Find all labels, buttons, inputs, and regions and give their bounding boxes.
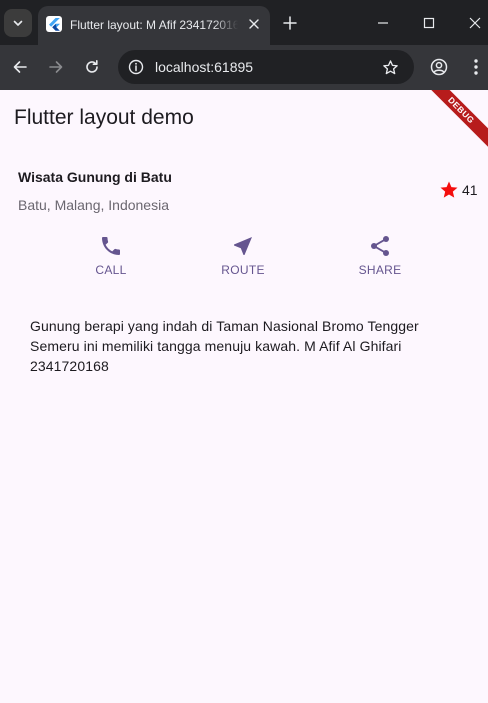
phone-icon (102, 237, 120, 255)
debug-banner: DEBUG (417, 90, 488, 154)
new-tab-button[interactable] (280, 13, 300, 33)
app-viewport: Flutter layout demo DEBUG Wisata Gunung … (0, 90, 488, 703)
route-button[interactable]: ROUTE (208, 234, 278, 278)
star-outline-icon (382, 59, 398, 74)
back-button[interactable] (9, 56, 31, 78)
tab-title: Flutter layout: M Afif 2341720168 (70, 18, 238, 32)
forward-button[interactable] (45, 56, 67, 78)
near-me-icon (234, 237, 252, 255)
close-icon (469, 17, 481, 29)
info-icon (128, 59, 144, 75)
chevron-down-icon (13, 20, 23, 26)
minimize-icon (378, 22, 388, 24)
tab-search-button[interactable] (4, 9, 32, 37)
share-label: SHARE (358, 263, 402, 277)
minimize-button[interactable] (373, 13, 393, 33)
browser-tabstrip: Flutter layout: M Afif 2341720168 (0, 0, 488, 45)
flutter-icon (46, 16, 62, 32)
description-text: Gunung berapi yang indah di Taman Nasion… (30, 318, 419, 374)
arrow-right-icon (49, 61, 63, 73)
profile-icon (430, 58, 448, 76)
star-icon (440, 181, 458, 198)
call-label: CALL (95, 263, 127, 277)
appbar-title: Flutter layout demo (14, 106, 194, 129)
place-location: Batu, Malang, Indonesia (18, 197, 169, 213)
maximize-icon (423, 17, 435, 29)
browser-toolbar: localhost:61895 (0, 45, 488, 90)
share-button[interactable]: SHARE (345, 234, 415, 278)
more-vert-icon (474, 59, 478, 75)
share-icon (371, 236, 389, 256)
arrow-left-icon (13, 61, 27, 73)
plus-icon (283, 16, 297, 30)
place-name: Wisata Gunung di Batu (18, 169, 172, 185)
rating-count: 41 (462, 182, 478, 198)
profile-button[interactable] (428, 56, 450, 78)
browser-tab-active[interactable]: Flutter layout: M Afif 2341720168 (38, 6, 270, 45)
reload-icon (86, 60, 98, 73)
address-bar[interactable]: localhost:61895 (118, 50, 414, 84)
close-icon (249, 19, 259, 29)
reload-button[interactable] (81, 56, 103, 78)
tab-close-button[interactable] (244, 14, 264, 34)
maximize-button[interactable] (419, 13, 439, 33)
browser-menu-button[interactable] (465, 56, 487, 78)
url-text: localhost:61895 (155, 59, 254, 75)
call-button[interactable]: CALL (76, 234, 146, 278)
title-section: Wisata Gunung di Batu Batu, Malang, Indo… (18, 168, 172, 214)
window-close-button[interactable] (465, 13, 485, 33)
bookmark-button[interactable] (380, 57, 400, 77)
site-info-button[interactable] (126, 57, 146, 77)
route-label: ROUTE (221, 263, 265, 277)
rating: 41 (439, 180, 478, 200)
